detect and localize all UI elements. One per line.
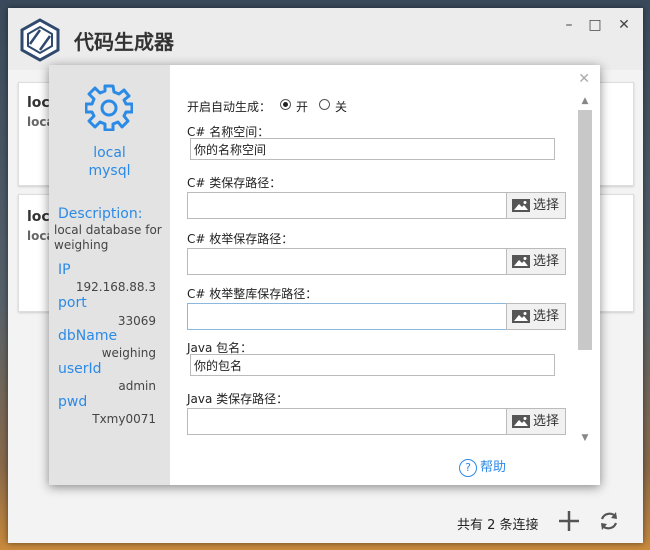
image-icon [512, 199, 530, 212]
settings-form: 开启自动生成： 开 关 C# 名称空间： 你的名称空间 C# 类保存路径： 选择… [187, 65, 577, 485]
java-class-path-input[interactable] [187, 408, 507, 435]
dialog-close-button[interactable]: ✕ [578, 71, 590, 87]
dbname-value: weighing [101, 346, 156, 360]
cs-class-path-choose-button[interactable]: 选择 [506, 192, 566, 219]
choose-label: 选择 [533, 309, 560, 324]
title-bar[interactable]: 代码生成器 – □ ✕ [8, 8, 643, 70]
cs-class-path-label: C# 类保存路径： [187, 176, 282, 190]
choose-label: 选择 [533, 198, 560, 213]
cs-enum-path-input[interactable] [187, 248, 507, 275]
cs-enum-lib-path-input[interactable] [187, 303, 507, 330]
connection-settings-dialog: local mysql Description: local database … [49, 65, 600, 485]
maximize-button[interactable]: □ [582, 14, 608, 36]
cs-enum-path-choose-button[interactable]: 选择 [506, 248, 566, 275]
gear-icon [85, 84, 133, 131]
app-logo-icon [20, 18, 60, 62]
refresh-button[interactable] [596, 508, 622, 534]
dbname-label: dbName [58, 328, 118, 344]
auto-generate-off-radio[interactable] [319, 99, 330, 110]
java-class-path-label: Java 类保存路径： [187, 392, 289, 406]
cs-enum-lib-path-label: C# 枚举整库保存路径： [187, 287, 318, 301]
minimize-button[interactable]: – [556, 14, 582, 36]
app-title: 代码生成器 [74, 30, 174, 54]
close-button[interactable]: ✕ [611, 14, 637, 36]
question-icon: ? [459, 458, 477, 477]
add-connection-button[interactable] [556, 508, 582, 534]
image-icon [512, 415, 530, 428]
auto-generate-on-radio[interactable] [280, 99, 291, 110]
image-icon [512, 310, 530, 323]
help-label: 帮助 [480, 460, 507, 475]
pwd-label: pwd [58, 394, 88, 410]
cs-enum-path-label: C# 枚举保存路径： [187, 232, 294, 246]
choose-label: 选择 [533, 254, 560, 269]
scrollbar-thumb[interactable] [578, 110, 592, 350]
description-label: Description: [58, 206, 143, 222]
cs-enum-lib-path-choose-button[interactable]: 选择 [506, 303, 566, 330]
image-icon [512, 255, 530, 268]
cs-class-path-input[interactable] [187, 192, 507, 219]
refresh-icon [600, 512, 618, 530]
connection-count: 共有 2 条连接 [457, 518, 539, 533]
choose-label: 选择 [533, 414, 560, 429]
auto-generate-label: 开启自动生成： [187, 100, 272, 114]
auto-generate-off-label[interactable]: 关 [335, 98, 347, 115]
scroll-down-icon[interactable]: ▼ [578, 433, 592, 443]
userid-value: admin [118, 379, 156, 393]
auto-generate-on-label[interactable]: 开 [296, 98, 308, 115]
connection-info-panel: local mysql Description: local database … [49, 65, 170, 485]
pwd-value: Txmy0071 [92, 412, 156, 426]
port-label: port [58, 295, 87, 311]
cs-namespace-input[interactable]: 你的名称空间 [190, 138, 555, 160]
java-package-input[interactable]: 你的包名 [190, 354, 555, 376]
scroll-up-icon[interactable]: ▲ [578, 96, 592, 106]
port-value: 33069 [117, 314, 156, 328]
connection-name: local [93, 145, 126, 161]
plus-icon [559, 511, 579, 531]
java-class-path-choose-button[interactable]: 选择 [506, 408, 566, 435]
description-value: local database for weighing [54, 223, 162, 252]
help-link[interactable]: ? 帮助 [459, 456, 506, 477]
userid-label: userId [58, 361, 102, 377]
ip-label: IP [58, 262, 71, 278]
ip-value: 192.168.88.3 [75, 280, 156, 294]
connection-type: mysql [88, 163, 131, 179]
